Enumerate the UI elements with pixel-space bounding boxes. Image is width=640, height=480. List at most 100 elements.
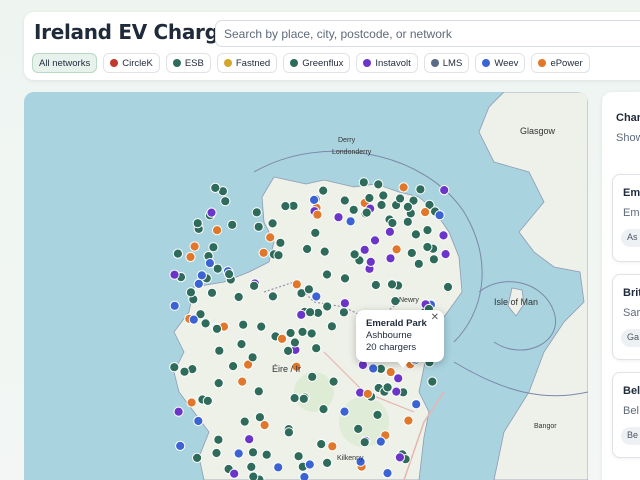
charger-marker[interactable]: [403, 415, 414, 426]
charger-marker[interactable]: [289, 337, 300, 348]
charger-marker[interactable]: [247, 447, 259, 458]
close-icon[interactable]: ✕: [431, 312, 439, 324]
charger-marker[interactable]: [185, 251, 196, 263]
charger-marker[interactable]: [175, 440, 186, 451]
charger-marker[interactable]: [440, 249, 451, 260]
charger-marker[interactable]: [193, 415, 204, 427]
charger-marker[interactable]: [321, 269, 333, 280]
charger-marker[interactable]: [220, 196, 231, 207]
charger-marker[interactable]: [359, 437, 370, 448]
charger-marker[interactable]: [298, 393, 309, 404]
charger-marker[interactable]: [249, 280, 260, 291]
charger-marker[interactable]: [353, 423, 364, 434]
charger-marker[interactable]: [259, 420, 270, 431]
charger-marker[interactable]: [312, 209, 323, 220]
charger-marker[interactable]: [261, 449, 272, 460]
charger-marker[interactable]: [411, 399, 422, 410]
charger-marker[interactable]: [333, 212, 344, 223]
filter-chip[interactable]: Fastned: [216, 53, 278, 73]
charger-marker[interactable]: [370, 279, 381, 291]
charger-marker[interactable]: [285, 327, 296, 339]
charger-marker[interactable]: [305, 307, 316, 318]
charger-marker[interactable]: [186, 397, 197, 408]
charger-marker[interactable]: [185, 287, 196, 298]
charger-marker[interactable]: [206, 287, 218, 298]
charger-marker[interactable]: [173, 406, 184, 417]
charger-marker[interactable]: [206, 207, 217, 218]
charger-marker[interactable]: [275, 237, 286, 248]
charger-marker[interactable]: [276, 333, 288, 344]
charger-marker[interactable]: [391, 386, 402, 397]
charger-marker[interactable]: [385, 253, 396, 264]
charger-marker[interactable]: [385, 367, 396, 378]
charger-marker[interactable]: [296, 309, 307, 320]
charger-marker[interactable]: [303, 284, 314, 295]
charger-marker[interactable]: [210, 182, 221, 194]
charger-marker[interactable]: [291, 279, 302, 290]
charger-marker[interactable]: [358, 177, 369, 188]
charger-marker[interactable]: [398, 182, 409, 193]
charger-marker[interactable]: [212, 225, 223, 236]
charger-marker[interactable]: [384, 226, 395, 237]
charger-marker[interactable]: [228, 361, 239, 372]
charger-marker[interactable]: [213, 434, 224, 445]
charger-marker[interactable]: [322, 457, 333, 468]
charger-marker[interactable]: [442, 281, 454, 293]
charger-marker[interactable]: [212, 263, 223, 274]
charger-marker[interactable]: [283, 345, 294, 356]
filter-chip[interactable]: Instavolt: [356, 53, 418, 73]
charger-marker[interactable]: [339, 273, 351, 284]
charger-marker[interactable]: [251, 207, 262, 218]
charger-marker[interactable]: [420, 207, 431, 218]
result-card[interactable]: Emer Em As: [612, 174, 640, 262]
charger-marker[interactable]: [246, 461, 257, 472]
charger-marker[interactable]: [283, 427, 294, 438]
charger-marker[interactable]: [402, 201, 413, 213]
charger-marker[interactable]: [339, 298, 350, 309]
charger-marker[interactable]: [202, 395, 213, 406]
charger-marker[interactable]: [193, 278, 204, 289]
charger-marker[interactable]: [361, 207, 372, 218]
charger-marker[interactable]: [373, 179, 384, 190]
charger-marker[interactable]: [188, 314, 199, 325]
charger-marker[interactable]: [256, 321, 267, 332]
charger-marker[interactable]: [349, 249, 360, 260]
charger-marker[interactable]: [327, 441, 338, 452]
charger-marker[interactable]: [311, 343, 322, 354]
charger-marker[interactable]: [289, 393, 300, 404]
charger-marker[interactable]: [192, 218, 203, 229]
charger-marker[interactable]: [410, 229, 421, 240]
charger-marker[interactable]: [338, 307, 349, 318]
charger-marker[interactable]: [318, 185, 329, 196]
charger-marker[interactable]: [265, 232, 276, 243]
charger-marker[interactable]: [169, 362, 180, 373]
charger-marker[interactable]: [169, 269, 180, 280]
charger-marker[interactable]: [382, 468, 393, 479]
filter-chip[interactable]: ESB: [165, 53, 211, 73]
charger-marker[interactable]: [267, 218, 278, 229]
charger-marker[interactable]: [253, 386, 264, 397]
charger-marker[interactable]: [213, 378, 224, 389]
charger-marker[interactable]: [299, 471, 310, 480]
charger-marker[interactable]: [415, 184, 426, 195]
charger-marker[interactable]: [311, 291, 322, 302]
charger-marker[interactable]: [238, 319, 249, 330]
charger-marker[interactable]: [434, 210, 445, 221]
filter-chip[interactable]: Weev: [475, 53, 526, 73]
charger-marker[interactable]: [211, 447, 222, 459]
charger-marker[interactable]: [239, 416, 250, 427]
charger-marker[interactable]: [394, 452, 405, 463]
result-card[interactable]: Brit Sar Ga: [612, 274, 640, 360]
charger-marker[interactable]: [362, 388, 373, 399]
charger-marker[interactable]: [214, 345, 225, 356]
charger-marker[interactable]: [267, 291, 278, 302]
charger-marker[interactable]: [306, 328, 317, 339]
charger-marker[interactable]: [387, 217, 398, 229]
charger-marker[interactable]: [395, 193, 406, 204]
charger-marker[interactable]: [227, 219, 238, 230]
charger-marker[interactable]: [372, 409, 383, 420]
charger-marker[interactable]: [319, 246, 330, 257]
charger-marker[interactable]: [413, 258, 424, 269]
charger-marker[interactable]: [386, 279, 398, 290]
charger-marker[interactable]: [237, 376, 248, 387]
